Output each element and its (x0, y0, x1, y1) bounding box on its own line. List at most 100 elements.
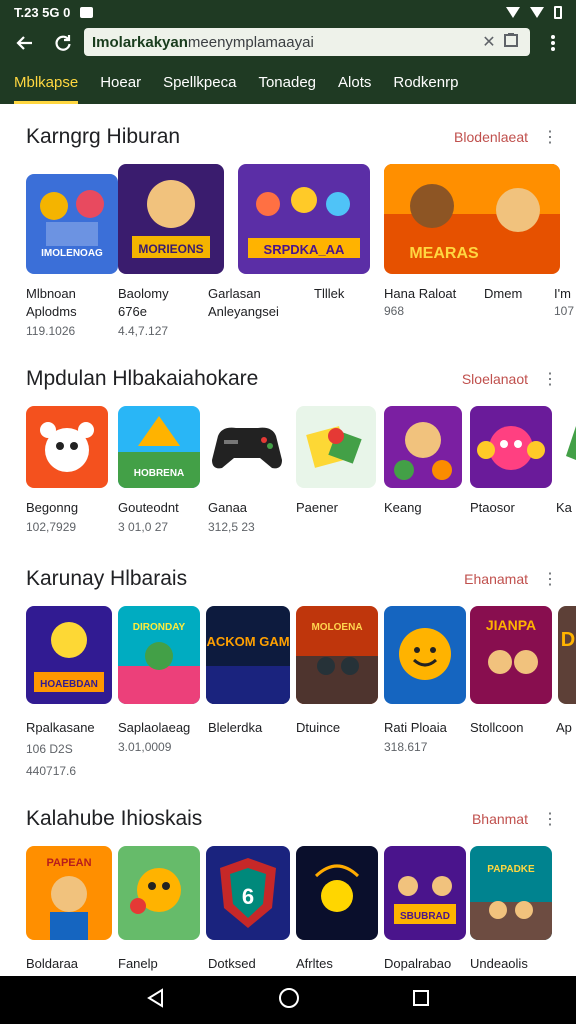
close-icon[interactable]: ✕ (478, 32, 500, 52)
app-tile[interactable]: JIANPA (470, 606, 552, 704)
status-time: T.23 5G 0 (14, 4, 71, 20)
tile-text: MOLOENA (311, 622, 362, 633)
app-downloads: 3.01,0009 (118, 740, 172, 754)
tile-text: JIANPA (486, 617, 536, 633)
triangle-back-icon[interactable] (146, 987, 166, 1013)
app-tile[interactable]: HOAEBDAN (26, 606, 112, 704)
tile-text: PAPEAN (46, 857, 91, 869)
app-downloads: 3 01,0 27 (118, 520, 169, 534)
tile-text: D (561, 629, 575, 651)
see-more-link[interactable]: Blodenlaeat (454, 129, 528, 145)
app-name: Hana Raloat (384, 286, 457, 301)
section-title: Karngrg Hiburan (26, 125, 181, 148)
url-path: meenymplamaayai (187, 33, 314, 51)
see-more-link[interactable]: Bhanmat (472, 811, 528, 827)
app-name: Begonng (26, 500, 79, 515)
circle-home-icon[interactable] (278, 987, 300, 1014)
tile-text: SACKOM GAME (206, 634, 290, 649)
app-tile[interactable]: PAPEAN (26, 846, 112, 940)
tile-text: MORIEONS (138, 242, 203, 256)
app-tile[interactable]: MEARAS (384, 164, 560, 274)
app-tile[interactable] (384, 606, 466, 704)
tile-text: MEARAS (409, 245, 479, 262)
app-rating: 968 (384, 304, 405, 318)
app-tile[interactable]: IMOLENOAG (26, 174, 118, 274)
section-4: Kalahube Ihioskais Bhanmat ⋮ PAPEAN 6 SB… (0, 794, 576, 976)
app-tile[interactable] (118, 846, 200, 940)
app-tile[interactable]: 6 (206, 846, 290, 940)
kebab-icon[interactable]: ⋮ (542, 569, 558, 589)
section-3: Karunay Hlbarais Ehanamat ⋮ HOAEBDAN DIR… (0, 554, 576, 794)
app-name: Ganaa (208, 500, 248, 515)
app-downloads: 440717.6 (26, 764, 77, 778)
battery-icon (554, 5, 562, 19)
tab-1[interactable]: Hoear (100, 62, 141, 104)
kebab-icon[interactable] (536, 26, 570, 60)
app-tile[interactable]: PAPADKE (470, 846, 552, 940)
square-recents-icon[interactable] (412, 989, 430, 1012)
section-title: Kalahube Ihioskais (26, 807, 203, 830)
tab-5[interactable]: Rodkenrp (393, 62, 458, 104)
app-tile[interactable] (562, 416, 576, 478)
app-developer: 676e (118, 304, 147, 319)
kebab-icon[interactable]: ⋮ (542, 809, 558, 829)
app-name: Garlasan (208, 286, 261, 301)
app-downloads: 318.617 (384, 740, 428, 754)
app-tile[interactable] (208, 416, 286, 478)
app-name: I'm (554, 286, 571, 301)
app-name: Stollcoon (470, 720, 524, 735)
app-tile[interactable] (296, 406, 376, 488)
app-tile[interactable]: SRPDKA_AA (238, 164, 370, 274)
signal-icon (530, 6, 544, 18)
kebab-icon[interactable]: ⋮ (542, 369, 558, 389)
app-tile[interactable]: SBUBRAD (384, 846, 466, 940)
tab-2[interactable]: Spellkpeca (163, 62, 236, 104)
app-name: Boldaraa (26, 956, 79, 971)
app-developer: Anleyangsei (208, 304, 279, 319)
tile-text: HOAEBDAN (40, 679, 98, 690)
tab-0[interactable]: Mblkapse (14, 62, 79, 104)
category-tabs: Mblkapse Hoear Spellkpeca Tonadeg Alots … (0, 62, 576, 104)
app-name: Paener (296, 500, 338, 515)
see-more-link[interactable]: Sloelanaot (462, 371, 528, 387)
section-title: Karunay Hlbarais (26, 567, 188, 590)
app-name: Dtuince (296, 720, 341, 735)
app-downloads: 312,5 23 (208, 520, 255, 534)
app-tile[interactable]: MOLOENA (296, 606, 378, 704)
status-bar: T.23 5G 0 (0, 0, 576, 24)
square-icon[interactable] (500, 32, 522, 53)
system-nav-bar (0, 976, 576, 1024)
app-name: Blelerdka (208, 720, 263, 735)
app-tile[interactable] (470, 406, 552, 488)
app-tile[interactable] (26, 406, 108, 488)
refresh-icon[interactable] (46, 26, 80, 60)
tab-3[interactable]: Tonadeg (258, 62, 316, 104)
app-tile[interactable]: SACKOM GAME (206, 606, 290, 704)
arrow-left-icon[interactable] (8, 26, 42, 60)
app-name: Ka (556, 500, 572, 515)
tab-4[interactable]: Alots (338, 62, 371, 104)
app-tile[interactable]: MORIEONS (118, 164, 224, 274)
app-name: Rpalkasane (26, 720, 95, 735)
app-tile[interactable] (384, 406, 462, 488)
tile-text: SRPDKA_AA (264, 242, 346, 257)
app-name: Gouteodnt (118, 500, 179, 515)
app-tile[interactable]: DIRONDAY (118, 606, 200, 704)
url-domain: Imolarkakyan (92, 33, 188, 51)
tile-text: DIRONDAY (133, 622, 186, 633)
kebab-icon[interactable]: ⋮ (542, 127, 558, 147)
tile-text: HOBRENA (134, 468, 185, 479)
app-tile[interactable]: D (558, 606, 576, 704)
app-developer: Aplodms (26, 304, 77, 319)
app-name: Dmem (484, 286, 523, 301)
notification-icon (80, 6, 94, 18)
app-tile[interactable]: HOBRENA (118, 406, 200, 488)
see-more-link[interactable]: Ehanamat (464, 571, 528, 587)
app-downloads: 4.4,7.127 (118, 324, 169, 338)
address-bar[interactable]: Imolarkakyanmeenymplamaayai ✕ (84, 28, 530, 56)
app-tile[interactable] (296, 846, 378, 940)
tile-text: SBUBRAD (400, 911, 450, 922)
url-text: Imolarkakyanmeenymplamaayai (92, 34, 478, 51)
tile-text: IMOLENOAG (41, 248, 103, 259)
content-scroll[interactable]: Karngrg Hiburan Blodenlaeat ⋮ IMOLENOAG … (0, 104, 576, 976)
